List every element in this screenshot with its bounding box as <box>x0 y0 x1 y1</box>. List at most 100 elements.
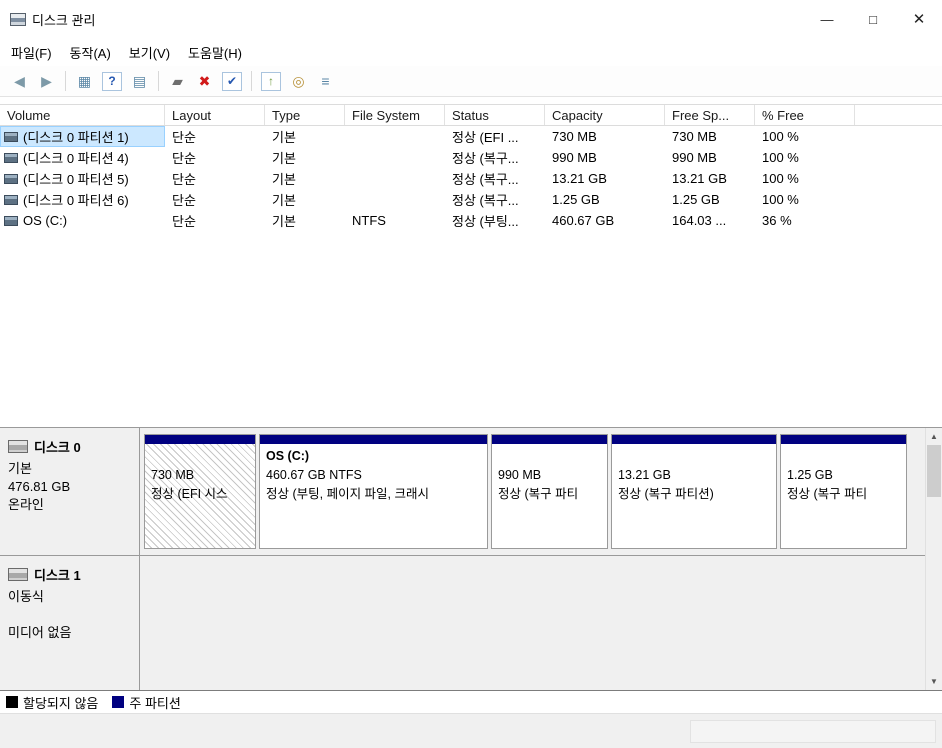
scroll-thumb[interactable] <box>927 445 941 497</box>
capacity-cell: 1.25 GB <box>552 192 600 207</box>
partition-name <box>618 447 770 466</box>
percent-free-cell: 100 % <box>762 192 799 207</box>
legend: 할당되지 않음 주 파티션 <box>0 690 942 713</box>
type-cell: 기본 <box>272 172 296 187</box>
volume-list-pane: Volume Layout Type File System Status Ca… <box>0 97 942 427</box>
disk-header[interactable]: 디스크 0 기본 476.81 GB 온라인 <box>0 428 140 555</box>
partition-size: 990 MB <box>498 468 542 482</box>
scroll-up-icon[interactable]: ▲ <box>926 428 942 445</box>
menu-help[interactable]: 도움말(H) <box>179 38 251 67</box>
header-capacity[interactable]: Capacity <box>545 105 665 125</box>
vertical-scrollbar[interactable]: ▲ ▼ <box>925 428 942 690</box>
delete-volume-icon[interactable]: ✖ <box>192 70 217 93</box>
disk-header[interactable]: 디스크 1 이동식 미디어 없음 <box>0 556 140 690</box>
legend-label: 할당되지 않음 <box>23 695 99 711</box>
menu-file[interactable]: 파일(F) <box>2 38 61 67</box>
partition[interactable]: 990 MB 정상 (복구 파티 <box>491 434 608 549</box>
change-drive-letter-icon[interactable]: ↑ <box>261 71 281 91</box>
show-action-pane-icon[interactable]: ▤ <box>127 70 152 93</box>
file-system-cell <box>345 147 445 168</box>
layout-cell: 단순 <box>172 130 196 145</box>
header-free-space[interactable]: Free Sp... <box>665 105 755 125</box>
header-file-system[interactable]: File System <box>345 105 445 125</box>
free-space-cell: 164.03 ... <box>672 213 727 228</box>
partition-name <box>787 447 900 466</box>
volume-cell[interactable]: OS (C:) <box>0 210 165 231</box>
disk-info-line: 476.81 GB <box>8 479 71 494</box>
disk-info-line: 이동식 <box>8 589 44 604</box>
disk-management-window: 디스크 관리 — □ ✕ 파일(F) 동작(A) 보기(V) 도움말(H) ◀ ▶… <box>0 0 942 748</box>
header-status[interactable]: Status <box>445 105 545 125</box>
disk-row: 디스크 0 기본 476.81 GB 온라인 730 MB 정상 (EFI 시스 O… <box>0 428 942 556</box>
partition[interactable]: 1.25 GB 정상 (복구 파티 <box>780 434 907 549</box>
disk-info: 이동식 미디어 없음 <box>8 588 131 642</box>
show-console-tree-icon[interactable]: ▦ <box>72 70 97 93</box>
header-volume[interactable]: Volume <box>0 105 165 125</box>
back-icon[interactable]: ◀ <box>7 70 32 93</box>
table-header: Volume Layout Type File System Status Ca… <box>0 104 942 126</box>
layout-cell: 단순 <box>172 172 196 187</box>
titlebar: 디스크 관리 — □ ✕ <box>0 0 942 38</box>
table-row[interactable]: (디스크 0 파티션 4) 단순 기본 정상 (복구... 990 MB 990… <box>0 147 942 168</box>
partition-text: 730 MB 정상 (EFI 시스 <box>145 444 255 548</box>
partition-color-bar <box>781 435 906 444</box>
volume-label: (디스크 0 파티션 6) <box>23 193 129 208</box>
status-bar <box>0 713 942 748</box>
type-cell: 기본 <box>272 130 296 145</box>
table-row[interactable]: (디스크 0 파티션 6) 단순 기본 정상 (복구... 1.25 GB 1.… <box>0 189 942 210</box>
partition[interactable]: 730 MB 정상 (EFI 시스 <box>144 434 256 549</box>
view-options-icon[interactable]: ≡ <box>313 70 338 93</box>
header-percent-free[interactable]: % Free <box>755 105 855 125</box>
partition-size: 13.21 GB <box>618 468 671 482</box>
percent-free-cell: 100 % <box>762 171 799 186</box>
drive-icon <box>4 152 18 163</box>
status-cell: 정상 (부팅... <box>452 214 519 229</box>
disk-icon <box>8 440 28 453</box>
menu-view[interactable]: 보기(V) <box>120 38 179 67</box>
menu-action[interactable]: 동작(A) <box>61 38 120 67</box>
mark-partition-active-icon[interactable]: ✔ <box>222 71 242 91</box>
table-row[interactable]: OS (C:) 단순 기본 NTFS 정상 (부팅... 460.67 GB 1… <box>0 210 942 231</box>
percent-free-cell: 100 % <box>762 129 799 144</box>
volume-label: (디스크 0 파티션 5) <box>23 172 129 187</box>
drive-icon <box>4 215 18 226</box>
volume-cell[interactable]: (디스크 0 파티션 5) <box>0 168 165 189</box>
free-space-cell: 730 MB <box>672 129 717 144</box>
drive-icon <box>4 173 18 184</box>
header-layout[interactable]: Layout <box>165 105 265 125</box>
volume-cell[interactable]: (디스크 0 파티션 4) <box>0 147 165 168</box>
type-cell: 기본 <box>272 193 296 208</box>
table-row[interactable]: (디스크 0 파티션 1) 단순 기본 정상 (EFI ... 730 MB 7… <box>0 126 942 147</box>
volume-cell[interactable]: (디스크 0 파티션 6) <box>0 189 165 210</box>
capacity-cell: 990 MB <box>552 150 597 165</box>
scroll-down-icon[interactable]: ▼ <box>926 673 942 690</box>
properties-icon[interactable]: ▰ <box>165 70 190 93</box>
partition-color-bar <box>260 435 487 444</box>
help-icon[interactable]: ? <box>102 71 122 91</box>
maximize-button[interactable]: □ <box>850 0 896 38</box>
disk-info-line: 미디어 없음 <box>8 625 72 640</box>
forward-icon[interactable]: ▶ <box>34 70 59 93</box>
close-button[interactable]: ✕ <box>896 0 942 38</box>
percent-free-cell: 100 % <box>762 150 799 165</box>
partition-text: 1.25 GB 정상 (복구 파티 <box>781 444 906 548</box>
file-system-cell <box>345 126 445 147</box>
partition-track <box>140 556 942 690</box>
disk-info: 기본 476.81 GB 온라인 <box>8 460 131 514</box>
partition[interactable]: OS (C:) 460.67 GB NTFS 정상 (부팅, 페이지 파일, 크… <box>259 434 488 549</box>
partition-size: 460.67 GB NTFS <box>266 468 362 482</box>
window-title: 디스크 관리 <box>32 12 96 28</box>
partition[interactable]: 13.21 GB 정상 (복구 파티션) <box>611 434 777 549</box>
header-type[interactable]: Type <box>265 105 345 125</box>
minimize-button[interactable]: — <box>804 0 850 38</box>
table-row[interactable]: (디스크 0 파티션 5) 단순 기본 정상 (복구... 13.21 GB 1… <box>0 168 942 189</box>
explore-folder-icon[interactable]: ◎ <box>286 70 311 93</box>
volume-cell[interactable]: (디스크 0 파티션 1) <box>0 126 165 147</box>
volume-table-body: (디스크 0 파티션 1) 단순 기본 정상 (EFI ... 730 MB 7… <box>0 126 942 231</box>
partition-color-bar <box>145 435 255 444</box>
menubar: 파일(F) 동작(A) 보기(V) 도움말(H) <box>0 38 942 66</box>
disk-info-line: 기본 <box>8 461 32 476</box>
legend-item: 할당되지 않음 <box>6 693 98 712</box>
legend-label: 주 파티션 <box>129 695 181 711</box>
status-cell: 정상 (복구... <box>452 193 519 208</box>
